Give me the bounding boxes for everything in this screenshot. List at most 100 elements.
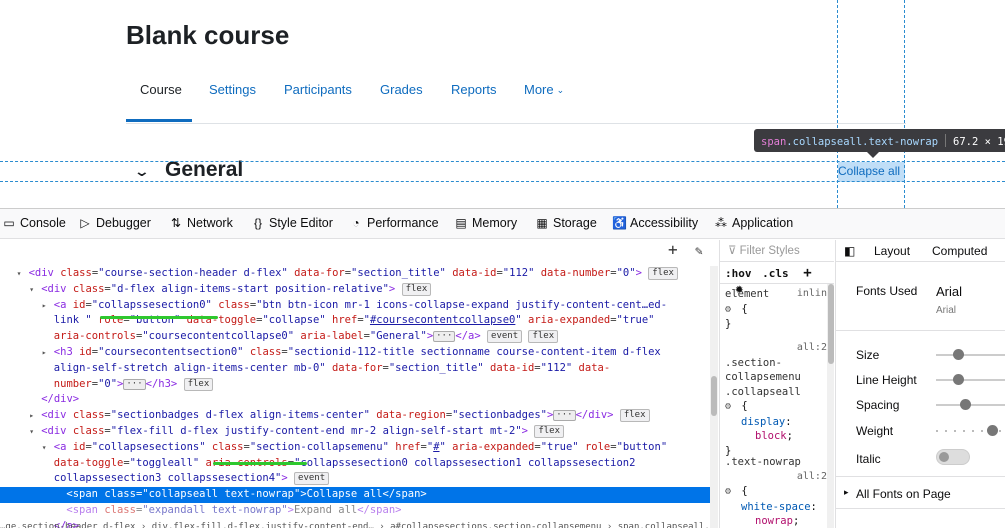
eyedropper-icon[interactable]: ✎ (695, 244, 703, 260)
tab-debugger[interactable]: ▷ Debugger (78, 216, 151, 230)
tab-console-label: Console (20, 216, 66, 230)
memory-icon: ▤ (455, 216, 467, 230)
course-nav: Course Settings Participants Grades Repo… (126, 66, 906, 124)
chevron-down-icon: ⌄ (556, 85, 565, 95)
page-title: Blank course (126, 20, 290, 50)
tab-debugger-label: Debugger (96, 216, 151, 230)
chevron-down-icon[interactable]: ⌄ (134, 164, 150, 180)
active-tab-indicator (126, 119, 192, 122)
spacing-slider[interactable] (936, 399, 1005, 410)
tab-storage[interactable]: ▦ Storage (535, 216, 596, 230)
weight-label: Weight (856, 424, 894, 438)
tab-grades[interactable]: Grades (380, 82, 423, 97)
italic-toggle[interactable] (936, 449, 970, 465)
markup-node[interactable]: collapssesection3 collapssesection4"> ev… (0, 471, 710, 487)
tab-style-editor[interactable]: {} Style Editor (251, 216, 333, 230)
markup-node[interactable]: ▸ <a id="collapssesection0" class="btn bt… (0, 298, 710, 314)
side-panel-tabs: ◧ Layout Computed (836, 240, 1005, 262)
tab-layout[interactable]: Layout (874, 244, 910, 258)
expand-toggle-closed-icon[interactable]: ▸ (29, 408, 34, 424)
css-value[interactable]: nowrap (755, 515, 793, 527)
rules-toolbar: :hov .cls + ✹ (720, 262, 834, 296)
italic-label: Italic (856, 452, 881, 466)
rule-text-nowrap: .text-nowrapall:28 . ⚙ { white-space: no… (725, 456, 833, 527)
chevron-right-icon[interactable]: ▸ (844, 487, 849, 498)
filter-icon: ⊽ (728, 245, 740, 257)
size-label: Size (856, 348, 880, 362)
markup-node[interactable]: number="0"> ··· </h3> flex (0, 377, 710, 393)
tooltip-dimensions: 67.2 × 19.6833 (953, 136, 1005, 148)
rule-selector: .section-collapsemenu .collapseall (725, 356, 801, 398)
tooltip-class: .collapseall.text-nowrap (786, 136, 939, 148)
expand-toggle-closed-icon[interactable]: ▸ (42, 298, 47, 314)
tab-console[interactable]: ▭ Console (2, 216, 66, 230)
css-property[interactable]: display (741, 416, 785, 428)
expand-toggle-open-icon[interactable]: ▾ (29, 282, 34, 298)
markup-node[interactable]: align-self-stretch align-items-center mb… (0, 361, 710, 377)
expand-toggle-open-icon[interactable]: ▾ (17, 266, 22, 282)
tab-accessibility[interactable]: ♿ Accessibility (612, 216, 698, 230)
markup-node[interactable]: ▾ <a id="collapsesections" class="section… (0, 440, 710, 456)
highlight-guide-top (0, 161, 1005, 162)
markup-node[interactable]: ▾ <div class="d-flex align-items-start po… (0, 282, 710, 298)
expand-toggle-open-icon[interactable]: ▾ (42, 440, 47, 456)
add-rule-icon[interactable]: + (803, 265, 811, 281)
all-fonts-toggle[interactable]: All Fonts on Page (856, 487, 951, 501)
line-height-slider[interactable] (936, 374, 1005, 385)
annotation-underline (100, 316, 218, 319)
markup-breadcrumb[interactable]: …ge.section-header d-flex › div.flex-fil… (0, 520, 710, 528)
style-editor-icon: {} (253, 216, 262, 230)
markup-node[interactable]: ▾ <div class="flex-fill d-flex justify-co… (0, 424, 710, 440)
css-property[interactable]: white-space (741, 501, 811, 513)
tab-network[interactable]: ⇅ Network (169, 216, 233, 230)
rule-open-brace: { (741, 302, 748, 315)
tab-memory[interactable]: ▤ Memory (454, 216, 517, 230)
markup-node[interactable]: ▸ <h3 id="coursecontentsection0" class="s… (0, 345, 710, 361)
tab-reports[interactable]: Reports (451, 82, 497, 97)
filter-styles-input[interactable]: ⊽ Filter Styles (720, 240, 834, 262)
cls-toggle[interactable]: .cls (762, 267, 789, 280)
gear-icon[interactable]: ⚙ (725, 303, 735, 318)
markup-view: + ✎ ▾ <div class="course-section-header d… (0, 240, 718, 528)
tab-course[interactable]: Course (140, 82, 182, 97)
size-slider[interactable] (936, 349, 1005, 360)
weight-slider[interactable] (936, 425, 1005, 436)
rule-collapseall: all:28 .section-collapsemenu .collapseal… (725, 342, 833, 457)
gear-icon[interactable]: ⚙ (725, 485, 735, 500)
toggle-sidebar-icon[interactable]: ◧ (844, 244, 855, 258)
tab-participants[interactable]: Participants (284, 82, 352, 97)
markup-scrollbar[interactable] (710, 266, 718, 528)
add-node-icon[interactable]: + (668, 242, 678, 258)
markup-node[interactable]: data-toggle="toggleall" aria-controls="c… (0, 456, 710, 472)
network-icon: ⇅ (170, 216, 182, 230)
rules-scrollbar[interactable] (827, 284, 834, 528)
tab-memory-label: Memory (472, 216, 518, 230)
markup-node[interactable]: ▾ <div class="course-section-header d-fle… (0, 266, 710, 282)
hov-toggle[interactable]: :hov (725, 267, 752, 280)
markup-node-selected[interactable]: <span class="collapseall text-nowrap">Co… (0, 487, 710, 503)
markup-node[interactable]: </div> (0, 392, 710, 408)
tooltip-tag: span (761, 136, 787, 148)
course-page: Blank course Course Settings Participant… (0, 0, 1005, 208)
highlight-guide-left (837, 0, 838, 208)
font-subname: Arial (936, 305, 957, 316)
highlight-guide-right (904, 0, 905, 208)
tab-performance[interactable]: ◔ Performance (349, 216, 439, 230)
markup-node[interactable]: aria-controls="coursecontentcollapse0" a… (0, 329, 710, 345)
tab-performance-label: Performance (367, 216, 439, 230)
tab-more[interactable]: More ⌄ (524, 82, 564, 97)
collapse-all-link[interactable]: Collapse all (838, 162, 905, 182)
markup-node[interactable]: ▸ <div class="sectionbadges d-flex align-… (0, 408, 710, 424)
markup-lines: ▾ <div class="course-section-header d-fle… (0, 266, 710, 528)
expand-toggle-open-icon[interactable]: ▾ (29, 424, 34, 440)
fonts-used-label: Fonts Used (856, 284, 918, 298)
tab-application[interactable]: ⁂ Application (714, 216, 793, 230)
annotation-underline (213, 462, 307, 465)
tab-computed[interactable]: Computed (932, 244, 987, 258)
css-value[interactable]: block (755, 430, 787, 442)
markup-node[interactable]: <span class="expandall text-nowrap">Expa… (0, 503, 710, 519)
gear-icon[interactable]: ⚙ (725, 400, 735, 415)
tab-settings[interactable]: Settings (209, 82, 256, 97)
expand-toggle-closed-icon[interactable]: ▸ (42, 345, 47, 361)
highlight-guide-bottom (0, 181, 1005, 182)
